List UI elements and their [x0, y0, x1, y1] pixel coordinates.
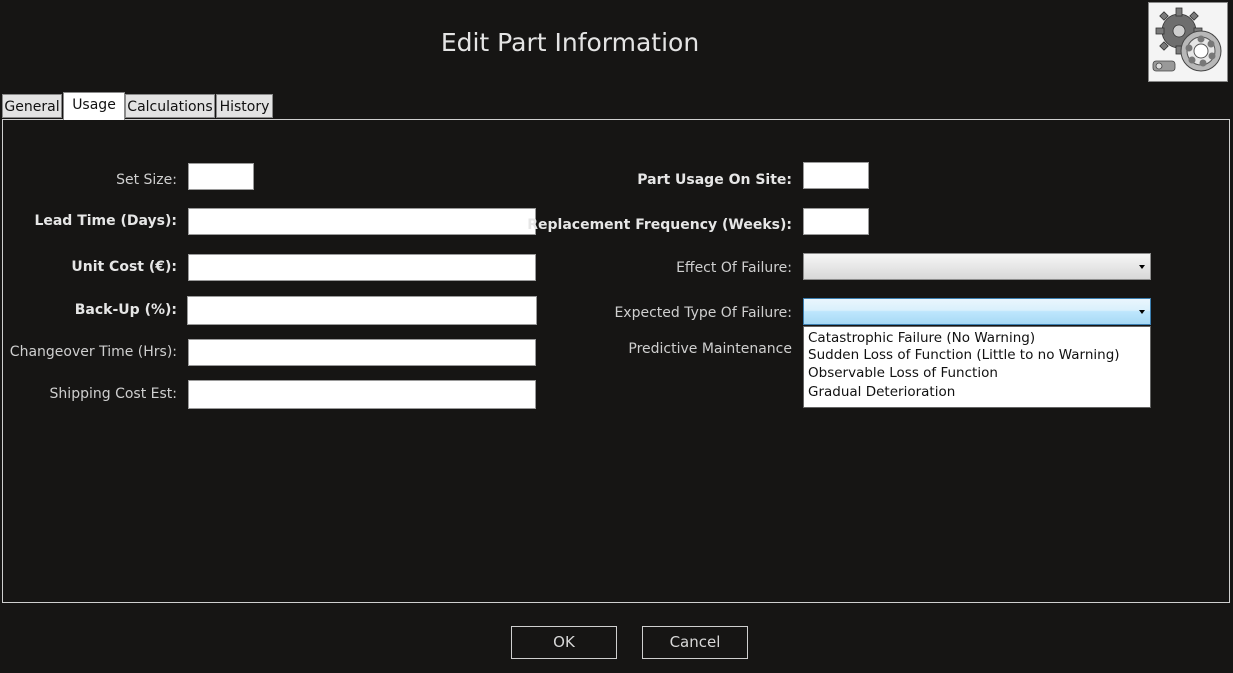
- chevron-down-icon: [1139, 265, 1145, 269]
- changeover-input[interactable]: [188, 339, 536, 366]
- effect-of-failure-label: Effect Of Failure:: [676, 260, 792, 276]
- usage-on-site-label: Part Usage On Site:: [637, 172, 792, 188]
- predictive-maintenance-label: Predictive Maintenance: [628, 341, 792, 357]
- replacement-frequency-input[interactable]: [803, 208, 869, 235]
- shipping-input[interactable]: [188, 380, 536, 409]
- window-title: Edit Part Information: [440, 28, 700, 57]
- tab-usage[interactable]: Usage: [63, 92, 125, 120]
- dropdown-option[interactable]: Sudden Loss of Function (Little to no Wa…: [808, 347, 1120, 363]
- usage-on-site-input[interactable]: [803, 162, 869, 189]
- cancel-button[interactable]: Cancel: [642, 626, 748, 659]
- shipping-label: Shipping Cost Est:: [49, 386, 177, 402]
- backup-label: Back-Up (%):: [74, 302, 177, 318]
- set-size-input[interactable]: [188, 163, 254, 190]
- tab-general[interactable]: General: [2, 94, 62, 118]
- set-size-label: Set Size:: [116, 172, 177, 188]
- lead-time-label: Lead Time (Days):: [34, 213, 177, 229]
- unit-cost-label: Unit Cost (€):: [71, 259, 177, 275]
- replacement-frequency-label: Replacement Frequency (Weeks):: [527, 217, 792, 233]
- expected-failure-label: Expected Type Of Failure:: [614, 305, 792, 321]
- changeover-label: Changeover Time (Hrs):: [9, 344, 177, 360]
- dropdown-option[interactable]: Observable Loss of Function: [808, 365, 998, 381]
- expected-failure-select[interactable]: [803, 298, 1151, 325]
- lead-time-input[interactable]: [188, 208, 536, 235]
- backup-input[interactable]: [187, 296, 537, 325]
- dropdown-option[interactable]: Gradual Deterioration: [808, 384, 955, 400]
- ok-button[interactable]: OK: [511, 626, 617, 659]
- chevron-down-icon: [1139, 310, 1145, 314]
- unit-cost-input[interactable]: [188, 254, 536, 281]
- gears-bearing-logo: [1148, 2, 1228, 82]
- tab-history[interactable]: History: [216, 94, 273, 118]
- dropdown-option[interactable]: Catastrophic Failure (No Warning): [808, 330, 1035, 346]
- expected-failure-dropdown-list: Catastrophic Failure (No Warning) Sudden…: [803, 326, 1151, 408]
- tab-calculations[interactable]: Calculations: [125, 94, 215, 118]
- effect-of-failure-select[interactable]: [803, 253, 1151, 280]
